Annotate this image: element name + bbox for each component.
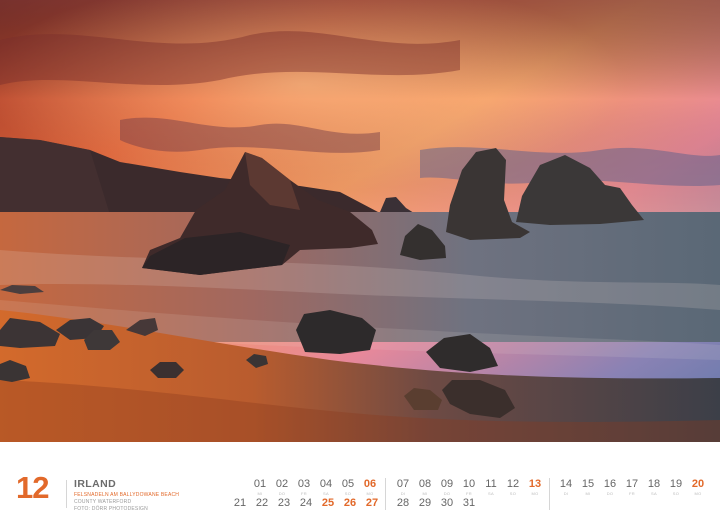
weekday-label: SO [672, 491, 680, 496]
calendar-day: 06 [363, 478, 377, 490]
calendar-day: 01 [253, 478, 267, 490]
country-title: IRLAND [74, 478, 117, 490]
weekday-label: FR [466, 491, 472, 496]
weekday-label: MO [531, 491, 539, 496]
weekday-label: SA [651, 491, 657, 496]
sunset-seascape-image [0, 0, 720, 442]
week-divider [549, 478, 550, 510]
weekday-label: DO [443, 491, 451, 496]
weekday-label: FR [301, 491, 307, 496]
photo-credit: FOTO: DÖRR PHOTODESIGN [74, 506, 148, 512]
calendar-day: 29 [418, 497, 432, 509]
weekday-label: DO [278, 491, 286, 496]
landscape-photo [0, 0, 720, 442]
calendar-day: 24 [299, 497, 313, 509]
calendar-day: 27 [365, 497, 379, 509]
weekday-label: DI [400, 491, 406, 496]
weekday-label: SO [509, 491, 517, 496]
calendar-day: 16 [603, 478, 617, 490]
weekday-label: MI [422, 491, 428, 496]
weekday-label: SO [344, 491, 352, 496]
location-line: FELSNADELN AM BALLYDOWANE BEACH [74, 492, 180, 498]
calendar-day: 19 [669, 478, 683, 490]
calendar-day: 20 [691, 478, 705, 490]
calendar-day: 17 [625, 478, 639, 490]
calendar-day: 22 [255, 497, 269, 509]
calendar-day: 03 [297, 478, 311, 490]
month-number: 12 [16, 470, 49, 505]
calendar-day: 25 [321, 497, 335, 509]
calendar-day: 04 [319, 478, 333, 490]
weekday-label: DI [563, 491, 569, 496]
calendar-day: 23 [277, 497, 291, 509]
calendar-day: 10 [462, 478, 476, 490]
calendar-day: 12 [506, 478, 520, 490]
calendar-day: 11 [485, 478, 497, 490]
photo-caption: IRLAND FELSNADELN AM BALLYDOWANE BEACH C… [74, 478, 224, 513]
calendar-day: 07 [396, 478, 410, 490]
county-line: COUNTY WATERFORD [74, 499, 132, 505]
weekday-label: MI [585, 491, 591, 496]
calendar-day: 28 [396, 497, 410, 509]
weekday-label: SA [323, 491, 329, 496]
calendar-day: 09 [440, 478, 454, 490]
calendar-day: 02 [275, 478, 289, 490]
calendar-day: 30 [440, 497, 454, 509]
weekday-label: FR [629, 491, 635, 496]
calendar-day: 18 [647, 478, 661, 490]
weekday-label: MO [694, 491, 702, 496]
calendar-day: 05 [341, 478, 355, 490]
weekday-label: DO [606, 491, 614, 496]
calendar-day: 14 [559, 478, 573, 490]
weekday-label: SA [488, 491, 494, 496]
weekday-label: MO [366, 491, 374, 496]
calendar-day: 26 [343, 497, 357, 509]
calendar-day: 31 [462, 497, 476, 509]
calendar-day: 15 [581, 478, 595, 490]
calendar-day: 21 [233, 497, 247, 509]
weekday-label: MI [257, 491, 263, 496]
calendar-day: 08 [418, 478, 432, 490]
week-divider [385, 478, 386, 510]
calendar-day: 13 [528, 478, 542, 490]
divider [66, 480, 67, 508]
